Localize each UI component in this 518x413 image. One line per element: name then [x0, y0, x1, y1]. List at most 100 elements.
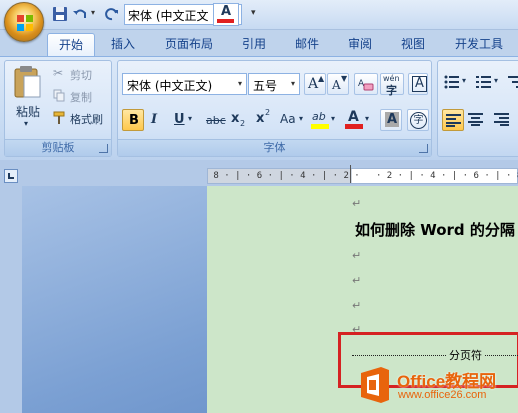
copy-button[interactable]: 复制	[53, 87, 111, 105]
highlight-label: ab	[312, 110, 326, 123]
office-logo-icon	[17, 15, 33, 31]
bold-label: B	[129, 113, 139, 128]
change-case-button[interactable]: Aa	[280, 112, 296, 126]
chevron-down-icon: ▾	[462, 76, 467, 85]
tab-developer[interactable]: 开发工具	[447, 33, 511, 56]
enclose-characters-button[interactable]: 字	[407, 109, 429, 131]
highlight-color-button[interactable]: ab ▾	[310, 109, 338, 131]
tab-label: 开始	[58, 38, 83, 52]
chevron-down-icon: ▾	[237, 79, 242, 88]
underline-button[interactable]: U	[174, 112, 185, 127]
paragraph-mark: ↵	[352, 249, 362, 262]
paste-label: 粘贴	[16, 105, 41, 119]
superscript-label: x	[256, 111, 265, 126]
underline-dropdown-icon[interactable]: ▾	[188, 114, 192, 123]
paragraph-mark: ↵	[352, 197, 362, 210]
tab-review[interactable]: 审阅	[341, 33, 379, 56]
tab-label: 审阅	[347, 37, 372, 51]
superscript-button[interactable]: x 2	[256, 108, 274, 129]
tab-label: 插入	[110, 37, 135, 51]
font-group-label: 字体	[118, 139, 431, 156]
multilevel-list-button[interactable]	[508, 73, 518, 93]
grow-font-label: A	[308, 76, 319, 92]
left-tab-icon	[8, 173, 14, 179]
tab-label: 视图	[400, 37, 425, 51]
customize-qat-icon[interactable]: ▾	[251, 8, 256, 18]
character-border-label: A	[412, 76, 427, 92]
italic-button[interactable]: I	[151, 112, 157, 127]
tab-page-layout[interactable]: 页面布局	[157, 33, 221, 56]
font-color-button[interactable]: A ▾	[344, 109, 372, 131]
font-name-combobox[interactable]: 宋体 (中文正文) ▾	[122, 73, 247, 95]
ruler-marks: 8 · | · 6 · | · 4 · | · 2 · · 2 · | · 4 …	[208, 171, 518, 181]
format-painter-button[interactable]: 格式刷	[53, 109, 111, 127]
paragraph-group: ▾ ▾	[437, 60, 518, 157]
paragraph-mark: ↵	[352, 274, 362, 287]
multilevel-list-icon	[508, 76, 518, 88]
horizontal-ruler[interactable]: 8 · | · 6 · | · 4 · | · 2 · · 2 · | · 4 …	[207, 168, 518, 184]
scissors-icon: ✂	[53, 66, 64, 80]
tab-mailings[interactable]: 邮件	[288, 33, 326, 56]
paste-button[interactable]: 粘贴 ▾	[7, 63, 49, 137]
shrink-font-button[interactable]: A ▼	[327, 73, 349, 95]
vertical-ruler	[0, 186, 22, 413]
highlight-dropdown-icon: ▾	[331, 114, 336, 123]
qat-font-color-letter: A	[221, 4, 232, 19]
font-dialog-launcher-icon[interactable]	[419, 144, 428, 153]
character-border-button[interactable]: A	[408, 73, 428, 95]
strikethrough-button[interactable]: abc	[206, 114, 226, 127]
subscript-button[interactable]: x 2	[231, 111, 249, 129]
chevron-down-icon: ▾	[290, 79, 295, 88]
align-left-button[interactable]	[442, 109, 464, 131]
clipboard-group-label: 剪贴板	[5, 139, 111, 156]
chevron-down-icon: ▾	[494, 76, 499, 85]
highlight-swatch	[311, 124, 329, 129]
align-center-icon	[468, 113, 483, 126]
bold-button[interactable]: B	[122, 109, 144, 131]
qat-font-color-button[interactable]: A	[213, 3, 239, 26]
superscript-digit: 2	[265, 108, 271, 117]
format-painter-icon	[53, 111, 65, 124]
undo-dropdown-icon[interactable]: ▾	[91, 8, 95, 17]
page-break-line[interactable]	[352, 355, 518, 356]
save-icon[interactable]	[52, 6, 68, 22]
align-left-icon	[446, 114, 461, 127]
subscript-digit: 2	[240, 119, 246, 128]
font-color-dropdown-icon: ▾	[365, 114, 370, 123]
phonetic-guide-button[interactable]: wén 字	[380, 73, 404, 97]
ribbon: 粘贴 ▾ ✂ 剪切 复制 格式刷 剪贴板 宋体 (中文正文) ▾ 五号 ▾ A …	[0, 56, 518, 160]
clipboard-icon	[14, 66, 41, 98]
office-button[interactable]	[4, 2, 44, 42]
grow-font-button[interactable]: A ▲	[304, 73, 326, 95]
bullets-button[interactable]: ▾	[444, 73, 470, 93]
font-size-combobox[interactable]: 五号 ▾	[248, 73, 300, 95]
tab-label: 开发工具	[454, 37, 503, 51]
change-case-dropdown-icon[interactable]: ▾	[299, 114, 303, 123]
redo-icon[interactable]	[104, 6, 120, 22]
tab-insert[interactable]: 插入	[103, 33, 143, 56]
numbering-button[interactable]: ▾	[476, 73, 502, 93]
paste-dropdown-icon: ▾	[24, 119, 29, 128]
clear-formatting-button[interactable]: A	[354, 73, 378, 95]
align-right-button[interactable]	[494, 113, 512, 129]
tab-selector-button[interactable]	[4, 169, 18, 183]
enclose-label: 字	[410, 112, 427, 129]
page-break-label: 分页符	[447, 347, 484, 363]
undo-icon[interactable]	[72, 6, 88, 22]
tab-view[interactable]: 视图	[394, 33, 432, 56]
align-center-button[interactable]	[468, 113, 486, 129]
numbering-icon	[476, 76, 491, 88]
tab-references[interactable]: 引用	[235, 33, 273, 56]
copy-label: 复制	[70, 91, 92, 104]
align-right-icon	[494, 113, 509, 126]
character-shading-button[interactable]: A	[380, 109, 402, 131]
cut-button[interactable]: ✂ 剪切	[53, 65, 111, 83]
clipboard-dialog-launcher-icon[interactable]	[99, 144, 108, 153]
tab-home[interactable]: 开始	[47, 33, 95, 56]
quick-access-toolbar: ▾ 宋体 (中文正文 A ▾	[0, 0, 518, 30]
clear-formatting-icon: A	[358, 79, 374, 91]
indent-marker-icon[interactable]	[350, 165, 355, 183]
bullets-icon	[444, 75, 459, 89]
watermark-url: www.office26.com	[398, 389, 487, 401]
phonetic-char-label: 字	[386, 84, 397, 97]
